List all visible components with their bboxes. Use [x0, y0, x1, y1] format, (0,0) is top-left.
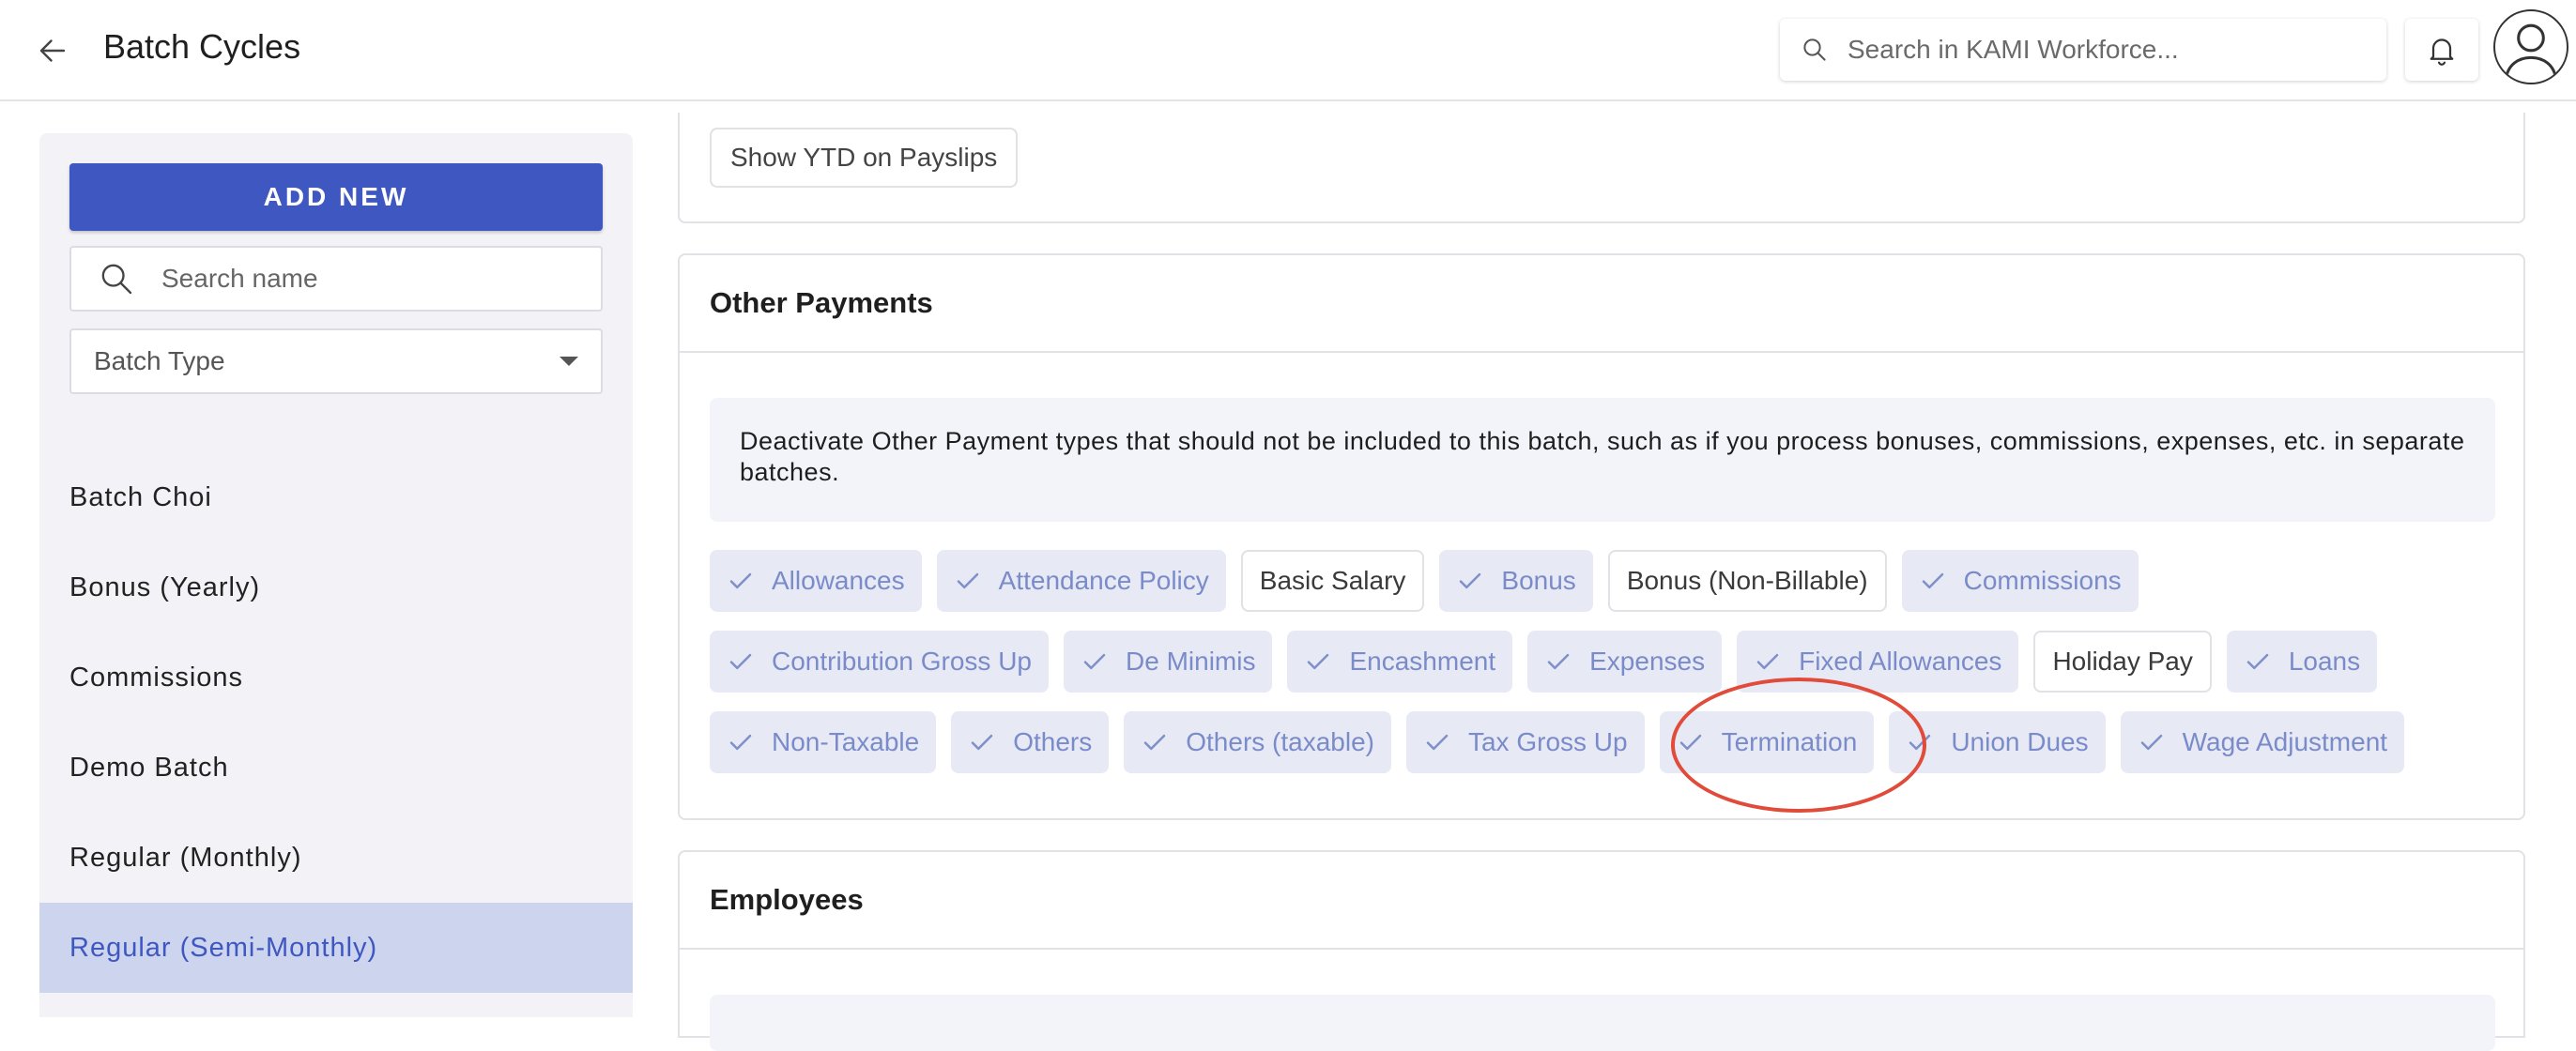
payment-chip-wage-adjustment[interactable]: Wage Adjustment — [2120, 711, 2405, 773]
payment-chip-non-taxable[interactable]: Non-Taxable — [710, 711, 937, 773]
other-payments-card: Other Payments Deactivate Other Payment … — [678, 253, 2525, 820]
batch-type-select[interactable]: Batch Type — [69, 328, 603, 394]
payment-chip-others-taxable[interactable]: Others (taxable) — [1124, 711, 1391, 773]
payment-chip-label: Fixed Allowances — [1799, 647, 2002, 676]
payment-chip-holiday-pay[interactable]: Holiday Pay — [2033, 631, 2212, 693]
add-new-button[interactable]: ADD NEW — [69, 163, 603, 231]
payment-chip-label: Wage Adjustment — [2182, 727, 2388, 756]
payment-chip-commissions[interactable]: Commissions — [1901, 550, 2139, 612]
bell-icon — [2430, 38, 2454, 66]
batch-list: Batch Choi Bonus (Yearly) Commissions De… — [39, 452, 633, 993]
employees-card: Employees — [678, 850, 2525, 1051]
payment-chip-expenses[interactable]: Expenses — [1527, 631, 1723, 693]
payment-chip-label: Expenses — [1589, 647, 1706, 676]
check-icon — [971, 734, 993, 751]
payment-chip-others[interactable]: Others — [951, 711, 1110, 773]
batch-type-label: Batch Type — [94, 346, 225, 375]
payment-chip-label: Bonus — [1501, 566, 1576, 595]
batch-item-batch-choi[interactable]: Batch Choi — [39, 452, 633, 542]
check-icon — [729, 653, 752, 670]
termination-highlight-ring — [1671, 678, 1926, 813]
payment-chip-tax-gross-up[interactable]: Tax Gross Up — [1405, 711, 1645, 773]
global-search-box[interactable] — [1780, 19, 2386, 81]
check-icon — [729, 734, 752, 751]
page-title: Batch Cycles — [103, 27, 301, 66]
check-icon — [957, 572, 978, 589]
payment-chip-label: De Minimis — [1126, 647, 1256, 676]
check-icon — [1756, 653, 1779, 670]
other-payments-title: Other Payments — [680, 255, 2523, 353]
other-payments-chip-group: Allowances Attendance Policy Basic Salary B… — [710, 550, 2497, 792]
batch-item-commissions[interactable]: Commissions — [39, 632, 633, 723]
back-button[interactable] — [28, 26, 77, 75]
payslip-settings-card: Show YTD on Payslips — [678, 113, 2525, 223]
other-payments-description: Deactivate Other Payment types that shou… — [710, 398, 2495, 522]
batch-item-demo-batch[interactable]: Demo Batch — [39, 723, 633, 813]
check-icon — [1922, 572, 1943, 589]
check-icon — [1083, 653, 1106, 670]
payment-chip-label: Others — [1013, 727, 1093, 756]
chip-row: Non-Taxable Others Others (taxable) Tax Gro… — [710, 711, 2497, 773]
check-icon — [729, 572, 752, 589]
search-icon — [1803, 38, 1826, 61]
search-icon — [101, 264, 132, 295]
notifications-button[interactable] — [2405, 19, 2478, 81]
check-icon — [2246, 653, 2269, 670]
payment-chip-bonus[interactable]: Bonus — [1439, 550, 1593, 612]
batch-item-bonus-yearly[interactable]: Bonus (Yearly) — [39, 542, 633, 632]
payment-chip-label: Tax Gross Up — [1467, 727, 1628, 756]
back-arrow-icon — [39, 39, 66, 62]
check-icon — [1460, 572, 1481, 589]
batch-item-regular-semi-monthly[interactable]: Regular (Semi-Monthly) — [39, 903, 633, 993]
check-icon — [1426, 734, 1449, 751]
check-icon — [1308, 653, 1329, 670]
batch-sidebar: ADD NEW Batch Type Batch Choi Bonus (Yea… — [39, 133, 633, 1017]
payment-chip-label: Loans — [2288, 647, 2361, 676]
payment-chip-de-minimis[interactable]: De Minimis — [1064, 631, 1273, 693]
payment-chip-label: Contribution Gross Up — [772, 647, 1033, 676]
batch-item-regular-monthly[interactable]: Regular (Monthly) — [39, 813, 633, 903]
chip-row: Allowances Attendance Policy Basic Salary B… — [710, 550, 2497, 612]
payment-chip-encashment[interactable]: Encashment — [1287, 631, 1513, 693]
user-avatar-icon — [2504, 23, 2558, 80]
payment-chip-bonus-non-billable[interactable]: Bonus (Non-Billable) — [1607, 550, 1887, 612]
payment-chip-contribution-gross-up[interactable]: Contribution Gross Up — [710, 631, 1050, 693]
payment-chip-label: Holiday Pay — [2052, 647, 2193, 676]
name-search-box[interactable] — [69, 246, 603, 312]
payment-chip-basic-salary[interactable]: Basic Salary — [1240, 550, 1425, 612]
chip-row: Contribution Gross Up De Minimis Encashmen… — [710, 631, 2497, 693]
payment-chip-attendance-policy[interactable]: Attendance Policy — [936, 550, 1226, 612]
payment-chip-label: Attendance Policy — [998, 566, 1209, 595]
caret-down-icon — [560, 357, 578, 366]
name-search-input[interactable] — [161, 264, 575, 294]
payment-chip-label: Non-Taxable — [772, 727, 920, 756]
payment-chip-label: Union Dues — [1951, 727, 2089, 756]
payment-chip-allowances[interactable]: Allowances — [710, 550, 922, 612]
show-ytd-on-payslips-toggle[interactable]: Show YTD on Payslips — [710, 128, 1019, 188]
payment-chip-loans[interactable]: Loans — [2226, 631, 2378, 693]
payment-chip-label: Encashment — [1349, 647, 1496, 676]
payment-chip-label: Others (taxable) — [1186, 727, 1374, 756]
check-icon — [2140, 734, 2162, 751]
payment-chip-label: Commissions — [1963, 566, 2122, 595]
user-avatar[interactable] — [2493, 9, 2568, 84]
employees-panel — [710, 995, 2495, 1051]
payment-chip-label: Basic Salary — [1259, 566, 1406, 595]
check-icon — [1143, 734, 1166, 751]
global-search-input[interactable] — [1848, 35, 2336, 65]
payment-chip-label: Bonus (Non-Billable) — [1626, 566, 1868, 595]
check-icon — [1547, 653, 1570, 670]
employees-title: Employees — [680, 852, 2523, 950]
top-bar: Batch Cycles — [0, 0, 2576, 101]
payment-chip-label: Allowances — [772, 566, 905, 595]
